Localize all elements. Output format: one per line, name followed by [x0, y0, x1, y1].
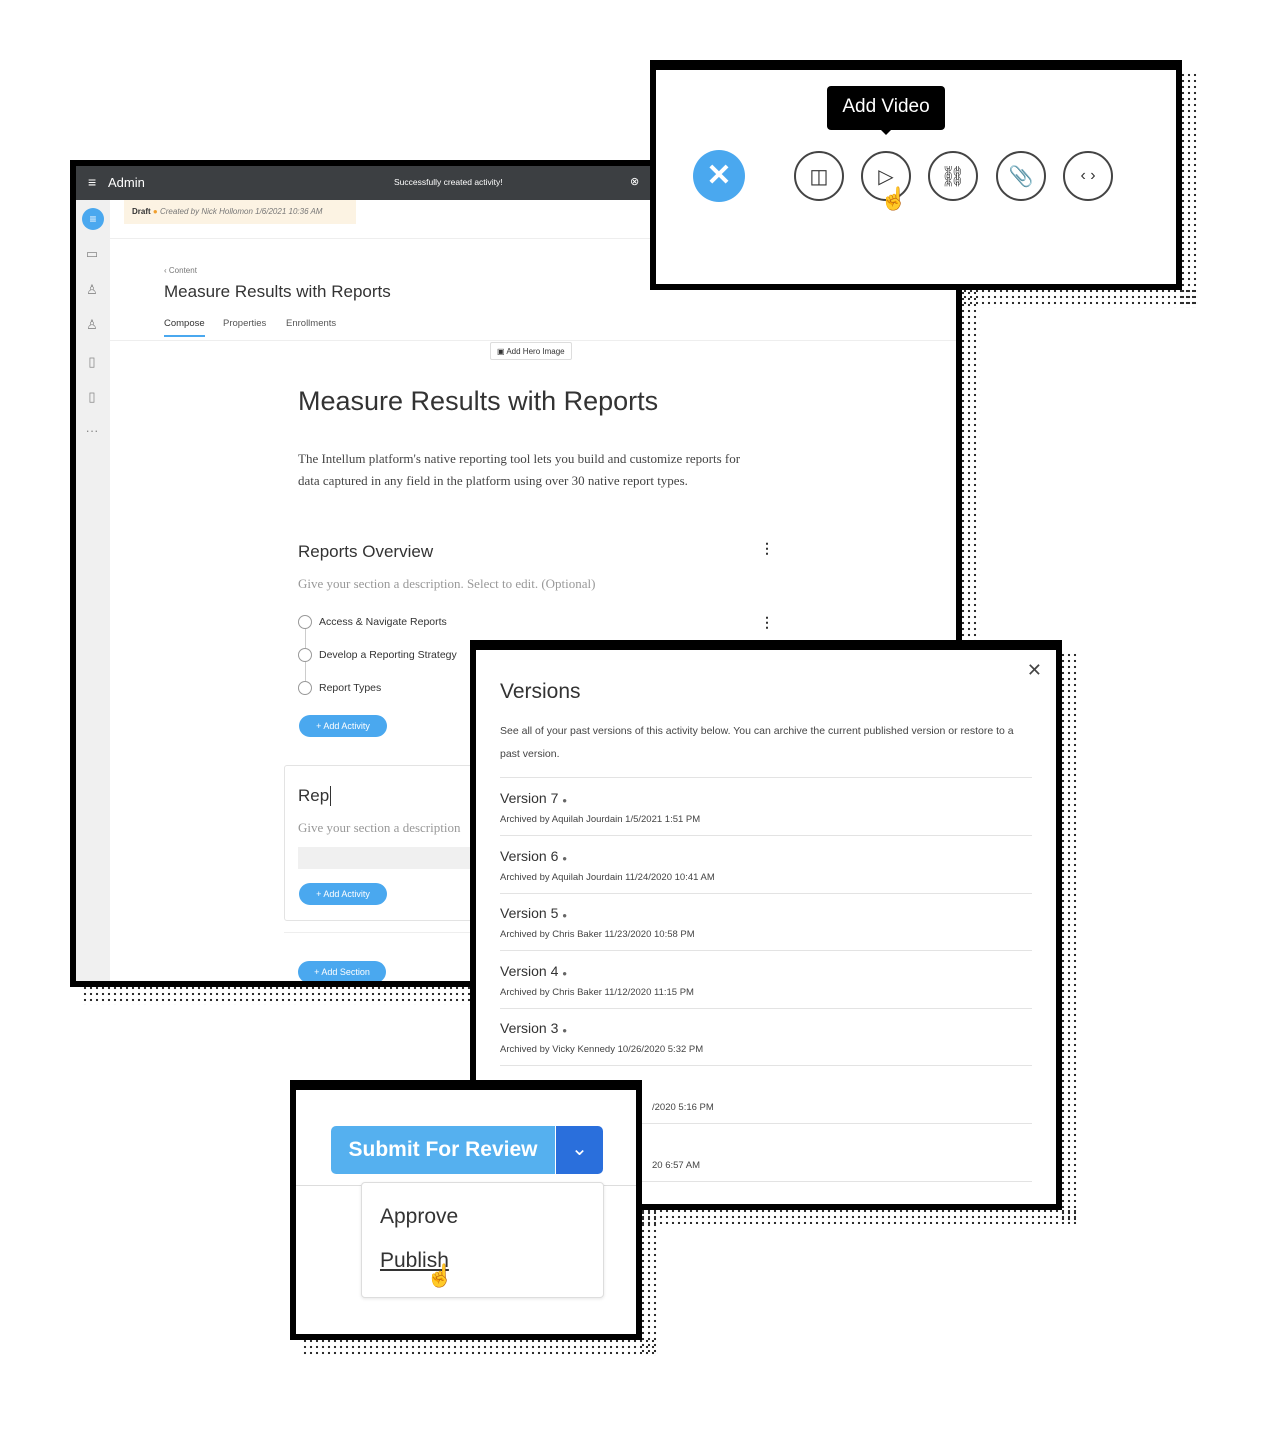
placeholder-bar	[298, 847, 498, 869]
toast-message: Successfully created activity!	[394, 177, 503, 187]
version-item[interactable]: Version 6 ● Archived by Aquilah Jourdain …	[500, 836, 1032, 894]
approve-option[interactable]: Approve	[380, 1205, 458, 1229]
add-activity-button[interactable]: + Add Activity	[299, 715, 387, 737]
document-icon[interactable]: ▯	[85, 355, 99, 369]
activity-radio[interactable]	[298, 648, 312, 662]
close-icon[interactable]: ✕	[693, 150, 745, 202]
dot-shadow	[82, 985, 482, 1005]
dot-shadow	[1180, 72, 1198, 308]
chevron-down-icon[interactable]: ⌄	[556, 1126, 603, 1174]
review-dropdown: Approve Publish ☝	[361, 1182, 604, 1298]
dot-shadow	[1060, 652, 1078, 1224]
users-icon[interactable]: ♙	[85, 318, 99, 332]
version-label: Version 5 ●	[500, 905, 568, 922]
version-meta: Archived by Vicky Kennedy 10/26/2020 5:3…	[500, 1044, 704, 1056]
add-activity-button[interactable]: + Add Activity	[299, 883, 387, 905]
activity-menu-icon[interactable]: ⋮	[760, 614, 774, 631]
media-toolbar-panel: Add Video ✕ ◫ ▷ ⛓ 📎 ‹ › ☝	[650, 60, 1182, 290]
section-title-input[interactable]: Rep	[298, 786, 332, 806]
version-item[interactable]: Version 5 ● Archived by Chris Baker 11/23…	[500, 893, 1032, 952]
activity-radio[interactable]	[298, 681, 312, 695]
submit-panel: Submit For Review ⌄ Approve Publish ☝	[290, 1080, 642, 1340]
more-icon[interactable]: ···	[85, 424, 99, 438]
activity-heading: Measure Results with Reports	[298, 386, 659, 416]
calendar-icon[interactable]: ▭	[85, 247, 99, 261]
version-label: Version 3 ●	[500, 1020, 568, 1037]
dot-shadow	[640, 1208, 1078, 1224]
camera-icon[interactable]: ◫	[794, 151, 844, 201]
user-icon[interactable]: ♙	[85, 283, 99, 297]
version-item[interactable]: Version 4 ● Archived by Chris Baker 11/12…	[500, 951, 1032, 1009]
dot-shadow	[960, 290, 980, 640]
status-banner: Draft ● Created by Nick Hollomon 1/6/202…	[124, 200, 356, 224]
content-nav-icon[interactable]: ≡	[82, 208, 104, 230]
version-meta: /2020 5:16 PM	[652, 1102, 714, 1113]
add-section-button[interactable]: + Add Section	[298, 961, 386, 981]
hand-cursor-icon: ☝	[880, 186, 908, 211]
tab-enrollments[interactable]: Enrollments	[286, 318, 336, 329]
activity-radio[interactable]	[298, 615, 312, 629]
version-meta: Archived by Aquilah Jourdain 1/5/2021 1:…	[500, 814, 701, 825]
hand-cursor-icon: ☝	[426, 1263, 454, 1288]
version-meta: 20 6:57 AM	[652, 1159, 701, 1171]
version-label: Version 4 ●	[500, 962, 568, 979]
report-icon[interactable]: ▯	[85, 390, 99, 404]
add-hero-image-button[interactable]: ▣ Add Hero Image	[490, 342, 572, 360]
section-description[interactable]: Give your section a description. Select …	[298, 576, 595, 592]
activity-item[interactable]: Develop a Reporting Strategy	[319, 649, 457, 661]
code-icon[interactable]: ‹ ›	[1063, 151, 1113, 201]
dialog-title: Versions	[500, 680, 581, 703]
section-menu-icon[interactable]: ⋮	[760, 540, 774, 557]
sidebar: ≡ ▭ ♙ ♙ ▯ ▯ ···	[76, 200, 110, 981]
link-icon[interactable]: ⛓	[928, 151, 978, 201]
status-badge: Draft	[132, 207, 151, 216]
intro-text: The Intellum platform's native reporting…	[298, 451, 741, 488]
dialog-description: See all of your past versions of this ac…	[500, 725, 1014, 760]
version-meta: Archived by Chris Baker 11/12/2020 11:15…	[500, 986, 694, 998]
page-title: Measure Results with Reports	[164, 282, 391, 301]
dismiss-icon[interactable]: ⊗	[630, 175, 639, 188]
version-meta: Archived by Aquilah Jourdain 11/24/2020 …	[500, 871, 715, 883]
created-info: Created by Nick Hollomon 1/6/2021 10:36 …	[159, 207, 323, 216]
tooltip: Add Video	[827, 86, 945, 130]
tab-properties[interactable]: Properties	[223, 318, 266, 329]
version-item[interactable]: Version 7 ● Archived by Aquilah Jourdain …	[500, 778, 1032, 836]
version-item[interactable]: Version 3 ● Archived by Vicky Kennedy 10/…	[500, 1008, 1032, 1067]
tab-compose[interactable]: Compose	[164, 318, 205, 337]
submit-for-review-button[interactable]: Submit For Review	[331, 1126, 555, 1174]
dot-shadow	[302, 1338, 658, 1356]
menu-icon[interactable]: ≡	[88, 174, 96, 190]
version-label: Version 6 ●	[500, 847, 568, 864]
section-title[interactable]: Reports Overview	[298, 542, 433, 562]
paperclip-icon[interactable]: 📎	[996, 151, 1046, 201]
activity-item[interactable]: Report Types	[319, 682, 381, 694]
version-label: Version 7 ●	[500, 790, 568, 806]
version-meta: Archived by Chris Baker 11/23/2020 10:58…	[500, 929, 695, 941]
close-icon[interactable]: ✕	[1027, 660, 1042, 681]
activity-item[interactable]: Access & Navigate Reports	[319, 616, 447, 628]
section-description[interactable]: Give your section a description	[298, 820, 460, 836]
breadcrumb[interactable]: ‹ Content	[164, 266, 197, 275]
app-title: Admin	[108, 175, 145, 190]
